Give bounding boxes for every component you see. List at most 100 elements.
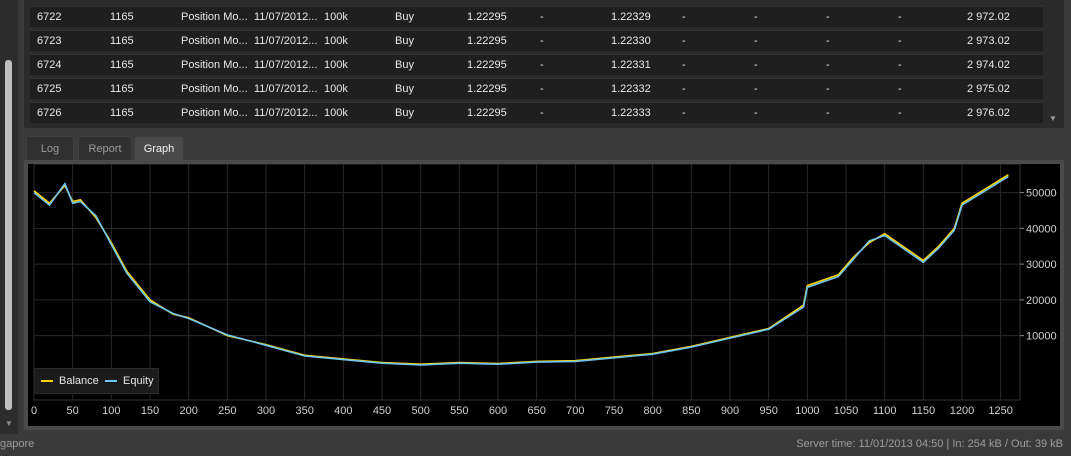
- cell-c2: -: [682, 11, 686, 23]
- cell-type: Position Mo...: [181, 35, 247, 47]
- cell-open: 1.22295: [467, 59, 507, 71]
- cell-time: 11/07/2012...: [254, 35, 318, 47]
- cell-order: 1165: [110, 59, 134, 71]
- cell-amount: 100k: [324, 59, 348, 71]
- cell-open: 1.22295: [467, 83, 507, 95]
- cell-c5: -: [898, 35, 902, 47]
- x-tick-label: 1000: [795, 405, 819, 417]
- x-tick-label: 800: [643, 405, 661, 417]
- cell-profit: 2 973.02: [967, 35, 1010, 47]
- table-scroll-down-icon[interactable]: ▼: [1049, 114, 1057, 123]
- tab-report[interactable]: Report: [78, 136, 132, 160]
- cell-id: 6725: [37, 83, 62, 95]
- x-tick-label: 650: [527, 405, 545, 417]
- legend-balance-label: Balance: [59, 375, 99, 387]
- cell-c2: -: [682, 35, 686, 47]
- cell-id: 6722: [37, 11, 62, 23]
- cell-c3: -: [754, 107, 758, 119]
- y-tick-label: 40000: [1026, 223, 1057, 235]
- cell-amount: 100k: [324, 11, 348, 23]
- cell-c1: -: [540, 59, 544, 71]
- x-tick-label: 450: [373, 405, 391, 417]
- x-tick-label: 1050: [834, 405, 858, 417]
- cell-c3: -: [754, 11, 758, 23]
- cell-type: Position Mo...: [181, 59, 247, 71]
- x-tick-label: 350: [295, 405, 313, 417]
- cell-open: 1.22295: [467, 107, 507, 119]
- cell-c2: -: [682, 107, 686, 119]
- scroll-down-arrow-icon[interactable]: ▼: [3, 418, 15, 430]
- cell-profit: 2 974.02: [967, 59, 1010, 71]
- cell-amount: 100k: [324, 83, 348, 95]
- x-tick-label: 850: [682, 405, 700, 417]
- legend-equity-swatch: [105, 380, 117, 383]
- cell-c4: -: [826, 107, 830, 119]
- cell-profit: 2 975.02: [967, 83, 1010, 95]
- y-tick-label: 50000: [1026, 188, 1057, 200]
- cell-order: 1165: [110, 107, 134, 119]
- tab-graph[interactable]: Graph: [134, 136, 184, 160]
- tab-log[interactable]: Log: [26, 136, 74, 160]
- graph-panel: 0 50 100 150 200 250 300 350 400 450 500 550 600 650 7…: [24, 160, 1064, 430]
- positions-table: 6722 1165 Position Mo... 11/07/2012... 100k B…: [24, 0, 1064, 128]
- cell-c1: -: [540, 11, 544, 23]
- x-tick-label: 150: [141, 405, 159, 417]
- table-row[interactable]: 6724 1165 Position Mo... 11/07/2012... 100k B…: [30, 54, 1043, 75]
- cell-profit: 2 972.02: [967, 11, 1010, 23]
- cell-type: Position Mo...: [181, 107, 247, 119]
- status-server-location: gapore: [0, 438, 35, 450]
- legend-equity: Equity: [105, 374, 154, 388]
- cell-c3: -: [754, 59, 758, 71]
- x-tick-label: 100: [102, 405, 120, 417]
- x-tick-label: 900: [721, 405, 739, 417]
- cell-side: Buy: [395, 35, 414, 47]
- cell-amount: 100k: [324, 35, 348, 47]
- table-row[interactable]: 6723 1165 Position Mo... 11/07/2012... 100k B…: [30, 30, 1043, 51]
- x-tick-label: 600: [489, 405, 507, 417]
- legend-balance-swatch: [41, 380, 53, 383]
- cell-profit: 2 976.02: [967, 107, 1010, 119]
- cell-order: 1165: [110, 83, 134, 95]
- cell-c5: -: [898, 83, 902, 95]
- cell-side: Buy: [395, 107, 414, 119]
- table-row[interactable]: 6726 1165 Position Mo... 11/07/2012... 100k B…: [30, 102, 1043, 123]
- equity-chart: 0 50 100 150 200 250 300 350 400 450 500 550 600 650 7…: [28, 164, 1060, 426]
- cell-c1: -: [540, 35, 544, 47]
- cell-close: 1.22329: [611, 11, 651, 23]
- cell-c2: -: [682, 59, 686, 71]
- cell-close: 1.22330: [611, 35, 651, 47]
- cell-open: 1.22295: [467, 11, 507, 23]
- cell-c5: -: [898, 107, 902, 119]
- chart-legend: Balance Equity: [34, 368, 159, 394]
- cell-side: Buy: [395, 59, 414, 71]
- x-tick-label: 550: [450, 405, 468, 417]
- chart-svg: 0 50 100 150 200 250 300 350 400 450 500 550 600 650 7…: [31, 164, 1057, 417]
- cell-close: 1.22332: [611, 83, 651, 95]
- table-scrollbar[interactable]: ▼: [1046, 0, 1062, 128]
- left-scrollbar[interactable]: [5, 60, 12, 410]
- status-server-info: Server time: 11/01/2013 04:50 | In: 254 …: [796, 438, 1063, 450]
- x-tick-label: 300: [257, 405, 275, 417]
- y-tick-label: 20000: [1026, 295, 1057, 307]
- cell-c3: -: [754, 83, 758, 95]
- cell-c4: -: [826, 83, 830, 95]
- cell-c4: -: [826, 11, 830, 23]
- x-tick-label: 1200: [950, 405, 974, 417]
- x-tick-label: 700: [566, 405, 584, 417]
- table-row[interactable]: 6722 1165 Position Mo... 11/07/2012... 100k B…: [30, 6, 1043, 27]
- cell-c4: -: [826, 35, 830, 47]
- cell-open: 1.22295: [467, 35, 507, 47]
- cell-id: 6726: [37, 107, 62, 119]
- cell-order: 1165: [110, 35, 134, 47]
- cell-time: 11/07/2012...: [254, 107, 318, 119]
- cell-close: 1.22331: [611, 59, 651, 71]
- cell-order: 1165: [110, 11, 134, 23]
- cell-amount: 100k: [324, 107, 348, 119]
- table-row[interactable]: 6725 1165 Position Mo... 11/07/2012... 100k B…: [30, 78, 1043, 99]
- x-tick-label: 950: [759, 405, 777, 417]
- cell-time: 11/07/2012...: [254, 59, 318, 71]
- cell-c3: -: [754, 35, 758, 47]
- cell-c1: -: [540, 107, 544, 119]
- cell-close: 1.22333: [611, 107, 651, 119]
- cell-side: Buy: [395, 83, 414, 95]
